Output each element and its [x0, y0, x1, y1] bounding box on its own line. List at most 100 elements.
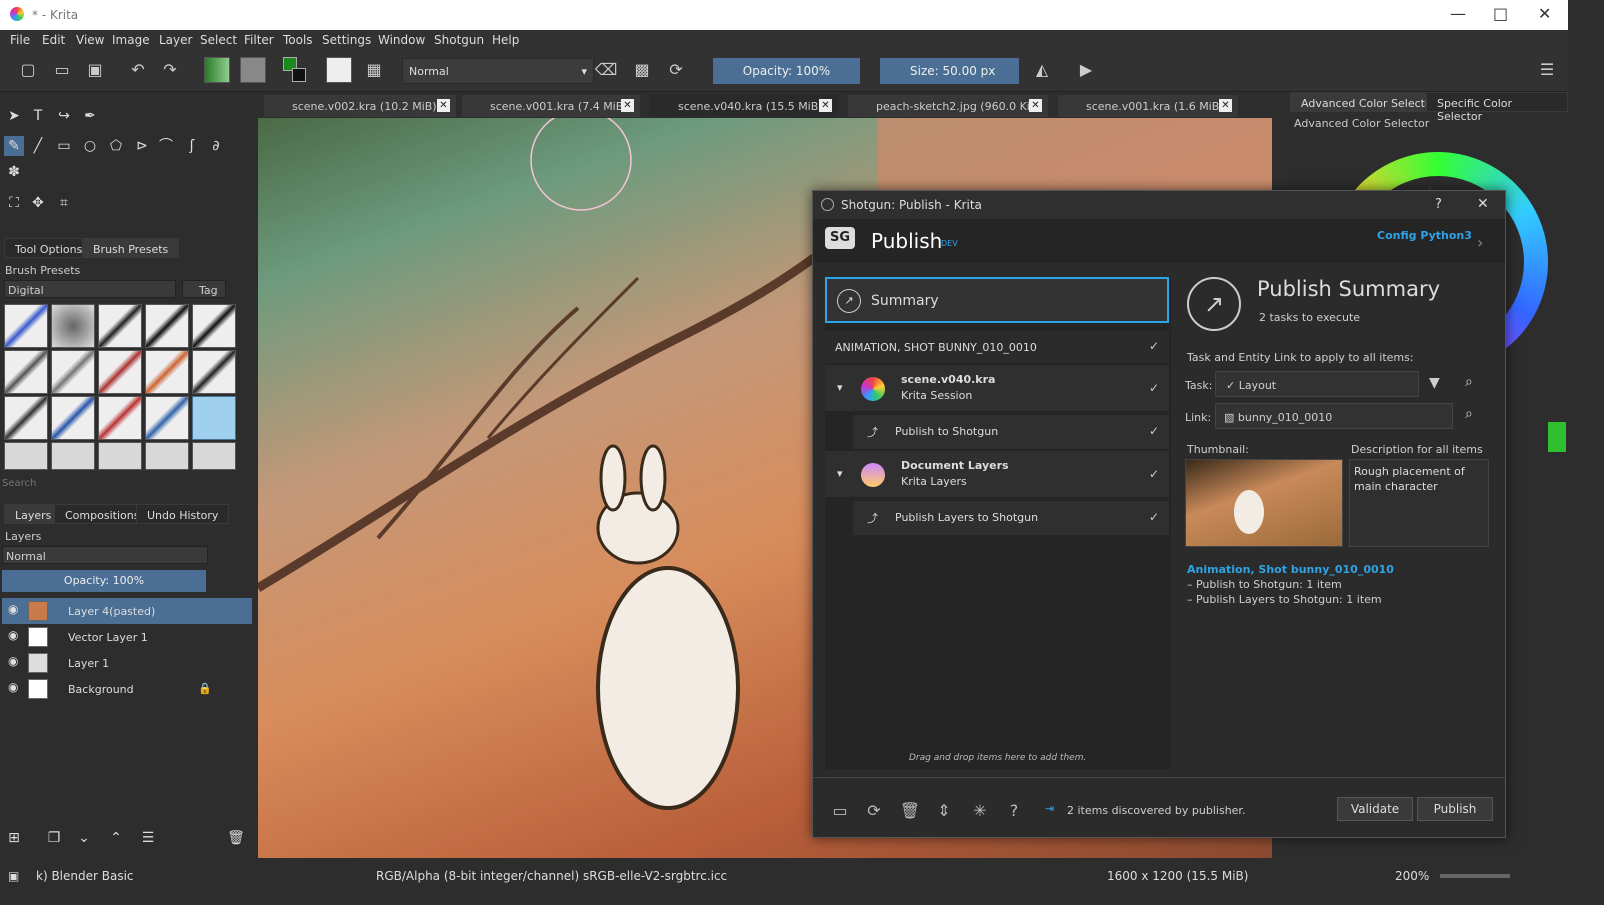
brush-preset[interactable] — [145, 304, 189, 348]
chevron-down-icon[interactable]: ▼ — [1429, 375, 1440, 391]
brush-preset[interactable] — [192, 442, 236, 470]
chevron-right-icon[interactable]: › — [1477, 233, 1483, 252]
dock-menu-icon[interactable]: ☰ — [1535, 58, 1559, 82]
tab-undo-history[interactable]: Undo History — [136, 504, 230, 524]
brush-preset-swatch[interactable] — [326, 57, 352, 83]
size-slider[interactable]: Size: 50.00 px — [880, 58, 1019, 84]
eye-icon[interactable]: ◉ — [8, 680, 18, 694]
rectangle-tool-icon[interactable]: ▭ — [54, 136, 74, 156]
menu-filter[interactable]: Filter — [244, 33, 274, 47]
brush-preset[interactable] — [145, 396, 189, 440]
doc-tab[interactable]: peach-sketch2.jpg (960.0 KiB) ✕ — [848, 95, 1048, 117]
item-row[interactable]: ▾ scene.v040.kra Krita Session ✓ — [825, 365, 1169, 411]
check-icon[interactable]: ✓ — [1149, 339, 1159, 353]
tag-button[interactable]: Tag — [182, 280, 226, 298]
search-icon[interactable]: ⌕ — [1465, 374, 1473, 390]
layer-row[interactable]: ◉ Background 🔒 — [2, 676, 252, 702]
line-tool-icon[interactable]: ╱ — [28, 136, 48, 156]
task-field[interactable]: ✓ Layout — [1215, 371, 1419, 397]
save-icon[interactable]: ▣ — [83, 58, 107, 82]
select-arrow-icon[interactable]: ➤ — [4, 106, 24, 126]
expand-arrow-icon[interactable]: ▾ — [837, 467, 843, 480]
link-field[interactable]: ▧ bunny_010_0010 — [1215, 403, 1453, 429]
collapse-all-icon[interactable]: ✳ — [967, 798, 993, 824]
move-layer-up-icon[interactable]: ⌃ — [106, 828, 126, 848]
brush-preset[interactable] — [192, 396, 236, 440]
doc-tab[interactable]: scene.v002.kra (10.2 MiB) * ✕ — [264, 95, 456, 117]
eye-icon[interactable]: ◉ — [8, 654, 18, 668]
brush-preset[interactable] — [4, 304, 48, 348]
crop-tool-icon[interactable]: ⌗ — [54, 193, 74, 213]
brush-preset[interactable] — [4, 350, 48, 394]
doc-tab[interactable]: scene.v040.kra (15.5 MiB) * ✕ — [650, 95, 838, 117]
calligraphy-icon[interactable]: ✒ — [80, 106, 100, 126]
layer-blend-select[interactable]: Normal — [2, 546, 208, 564]
thumbnail-image[interactable] — [1185, 459, 1343, 547]
layer-row[interactable]: ◉ Vector Layer 1 — [2, 624, 252, 650]
browse-folder-icon[interactable]: ▭ — [827, 798, 853, 824]
ellipse-tool-icon[interactable]: ○ — [80, 136, 100, 156]
menu-select[interactable]: Select — [200, 33, 237, 47]
delete-icon[interactable]: 🗑 — [897, 798, 923, 824]
menu-shotgun[interactable]: Shotgun — [434, 33, 484, 47]
close-dialog-button[interactable]: ✕ — [1477, 196, 1489, 212]
alpha-lock-icon[interactable]: ▩ — [630, 58, 654, 82]
help-circle-icon[interactable]: ? — [1001, 798, 1027, 824]
tab-tool-options[interactable]: Tool Options — [4, 238, 94, 258]
config-label[interactable]: Config Python3 — [1377, 229, 1472, 242]
brush-preset[interactable] — [145, 442, 189, 470]
result-title[interactable]: Animation, Shot bunny_010_0010 — [1187, 563, 1394, 576]
edit-shapes-icon[interactable]: ↪ — [54, 106, 74, 126]
context-row[interactable]: ANIMATION, SHOT BUNNY_010_0010 ✓ — [825, 331, 1169, 363]
gradient-swatch[interactable] — [204, 57, 230, 83]
publish-button[interactable]: Publish — [1417, 797, 1493, 821]
duplicate-layer-icon[interactable]: ❐ — [44, 828, 64, 848]
polyline-tool-icon[interactable]: ⊳ — [132, 136, 152, 156]
mirror-vertical-icon[interactable]: ▶ — [1074, 58, 1098, 82]
background-color-swatch[interactable] — [292, 68, 306, 82]
layer-properties-icon[interactable]: ☰ — [138, 828, 158, 848]
check-icon[interactable]: ✓ — [1149, 381, 1159, 395]
bezier-tool-icon[interactable]: ⌒ — [156, 136, 176, 156]
eye-icon[interactable]: ◉ — [8, 628, 18, 642]
menu-view[interactable]: View — [76, 33, 104, 47]
workspace-grid-icon[interactable]: ▦ — [362, 58, 386, 82]
check-icon[interactable]: ✓ — [1149, 467, 1159, 481]
close-tab-icon[interactable]: ✕ — [621, 99, 634, 112]
search-icon[interactable]: ⌕ — [1465, 406, 1473, 422]
mirror-horizontal-icon[interactable]: ◭ — [1030, 58, 1054, 82]
close-tab-icon[interactable]: ✕ — [437, 99, 450, 112]
new-document-icon[interactable]: ▢ — [16, 58, 40, 82]
text-tool-icon[interactable]: T — [28, 106, 48, 126]
add-layer-icon[interactable]: ⊞ — [4, 828, 24, 848]
delete-layer-icon[interactable]: 🗑 — [226, 828, 246, 848]
undo-icon[interactable]: ↶ — [126, 58, 150, 82]
opacity-slider[interactable]: Opacity: 100% — [713, 58, 860, 84]
brush-preset[interactable] — [4, 442, 48, 470]
brush-preset[interactable] — [51, 396, 95, 440]
brush-preset[interactable] — [51, 350, 95, 394]
layer-row[interactable]: ◉ Layer 4(pasted) — [2, 598, 252, 624]
close-tab-icon[interactable]: ✕ — [819, 99, 832, 112]
brush-preset[interactable] — [98, 350, 142, 394]
menu-tools[interactable]: Tools — [283, 33, 313, 47]
menu-help[interactable]: Help — [492, 33, 519, 47]
redo-icon[interactable]: ↷ — [158, 58, 182, 82]
transform-tool-icon[interactable]: ⛶ — [4, 193, 24, 213]
preset-filter-select[interactable]: Digital — [4, 280, 176, 298]
minimize-button[interactable]: — — [1450, 4, 1466, 23]
refresh-icon[interactable]: ⟳ — [861, 798, 887, 824]
tab-brush-presets[interactable]: Brush Presets — [82, 238, 180, 258]
brush-preset[interactable] — [98, 304, 142, 348]
menu-settings[interactable]: Settings — [322, 33, 371, 47]
item-row[interactable]: ▾ Document Layers Krita Layers ✓ — [825, 451, 1169, 497]
doc-tab[interactable]: scene.v001.kra (7.4 MiB) ✕ — [462, 95, 640, 117]
brush-preset[interactable] — [98, 396, 142, 440]
description-textarea[interactable]: Rough placement of main character — [1349, 459, 1489, 547]
menu-file[interactable]: File — [10, 33, 30, 47]
brush-preset[interactable] — [98, 442, 142, 470]
menu-image[interactable]: Image — [112, 33, 150, 47]
expand-arrow-icon[interactable]: ▾ — [837, 381, 843, 394]
menu-layer[interactable]: Layer — [159, 33, 192, 47]
brush-preset[interactable] — [4, 396, 48, 440]
